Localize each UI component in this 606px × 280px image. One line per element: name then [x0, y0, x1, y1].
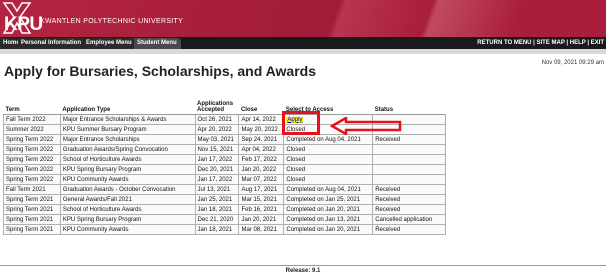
- cell-accepted: Jan 18, 2021: [194, 204, 240, 215]
- cell-status: Cancelled application: [372, 214, 446, 225]
- cell-type: KPU Summer Bursary Program: [59, 124, 196, 135]
- tab-student-menu[interactable]: Student Menu: [134, 38, 181, 49]
- cell-status: Received: [372, 224, 446, 235]
- cell-close: Mar 07, 2022: [238, 174, 285, 185]
- cell-close: Aug 17, 2021: [238, 184, 285, 195]
- cell-term: Spring Term 2021: [3, 194, 61, 205]
- cell-close: Feb 17, 2022: [238, 154, 285, 165]
- cell-accepted: Jul 13, 2021: [194, 184, 240, 195]
- cell-type: School of Horticulture Awards: [59, 154, 196, 165]
- cell-accepted: Oct 26, 2021: [194, 114, 240, 125]
- cell-status: Received: [372, 184, 446, 195]
- release-label: Release: 9.1: [285, 268, 321, 274]
- cell-term: Spring Term 2021: [3, 204, 61, 215]
- header-application-type: Application Type: [60, 100, 196, 115]
- table-row: Spring Term 2022 Major Entrance Scholarsh…: [3, 134, 446, 145]
- cell-type: KPU Community Awards: [59, 224, 196, 235]
- cell-type: School of Horticulture Awards: [59, 204, 196, 215]
- cell-status: [372, 174, 446, 185]
- header-banner: KPU KWANTLEN POLYTECHNIC UNIVERSITY: [0, 0, 606, 37]
- cell-term: Spring Term 2022: [3, 154, 61, 165]
- table-row: Spring Term 2021 School of Horticulture A…: [3, 204, 446, 215]
- table-row: Spring Term 2021 KPU Community Awards Jan …: [3, 224, 446, 235]
- table-row: Spring Term 2022 KPU Spring Bursary Progr…: [3, 164, 446, 175]
- cell-status: Received: [372, 194, 446, 205]
- cell-status: Received: [372, 204, 446, 215]
- cell-type: KPU Community Awards: [59, 174, 196, 185]
- table-row: Spring Term 2022 Graduation Awards/Spring…: [3, 144, 446, 155]
- header-term: Term: [3, 100, 61, 115]
- cell-accepted: Apr 20, 2022: [194, 124, 240, 135]
- header-status: Status: [372, 100, 446, 115]
- table-row: Fall Term 2021 Graduation Awards - Octobe…: [3, 184, 446, 195]
- cell-term: Fall Term 2022: [3, 114, 61, 125]
- cell-term: Spring Term 2022: [3, 164, 61, 175]
- cell-accepted: Jan 18, 2021: [194, 224, 240, 235]
- cell-select: Completed on Jan 13, 2021: [283, 214, 374, 225]
- cell-type: Major Entrance Scholarships & Awards: [59, 114, 196, 125]
- cell-close: Mar 08, 2021: [238, 224, 285, 235]
- cell-term: Spring Term 2022: [3, 134, 61, 145]
- cell-type: KPU Spring Bursary Program: [59, 164, 196, 175]
- table-row: Spring Term 2021 KPU Spring Bursary Progr…: [3, 214, 446, 225]
- annotation-highlight-box: [282, 111, 320, 135]
- annotation-arrow-icon: [330, 117, 402, 135]
- top-links[interactable]: RETURN TO MENU | SITE MAP | HELP | EXIT: [477, 40, 604, 46]
- cell-select: Closed: [283, 164, 374, 175]
- cell-type: Graduation Awards - October Convocation: [59, 184, 196, 195]
- header-accepted: Applications Accepted: [195, 100, 239, 115]
- cell-accepted: Jan 17, 2022: [194, 174, 240, 185]
- cell-term: Fall Term 2021: [3, 184, 61, 195]
- cell-close: Jan 20, 2022: [238, 164, 285, 175]
- table-header-row: Term Application Type Applications Accep…: [3, 100, 446, 115]
- cell-close: Apr 04, 2022: [238, 144, 285, 155]
- cell-accepted: Dec 20, 2021: [194, 164, 240, 175]
- current-datetime: Nov 09, 2021 09:29 am: [541, 60, 604, 66]
- main-nav: Home Personal Information Employee Menu …: [0, 37, 606, 49]
- cell-type: General Awards/Fall 2021: [59, 194, 196, 205]
- cell-select: Closed: [283, 144, 374, 155]
- table-row: Spring Term 2021 General Awards/Fall 2021…: [3, 194, 446, 205]
- cell-select: Completed on Aug 04, 2021: [283, 134, 374, 145]
- cell-accepted: May 03, 2021: [194, 134, 240, 145]
- cell-select: Completed on Jan 20, 2021: [283, 224, 374, 235]
- nav-subbar: [0, 49, 606, 54]
- page-title: Apply for Bursaries, Scholarships, and A…: [4, 63, 316, 79]
- cell-accepted: Jan 25, 2021: [194, 194, 240, 205]
- cell-close: Mar 15, 2021: [238, 194, 285, 205]
- cell-accepted: Jan 17, 2022: [194, 154, 240, 165]
- cell-term: Spring Term 2022: [3, 174, 61, 185]
- university-name: KWANTLEN POLYTECHNIC UNIVERSITY: [40, 18, 184, 25]
- cell-accepted: Dec 21, 2020: [194, 214, 240, 225]
- cell-select: Completed on Jan 25, 2021: [283, 194, 374, 205]
- cell-status: Received: [372, 134, 446, 145]
- cell-close: Apr 14, 2022: [238, 114, 285, 125]
- tab-personal-information[interactable]: Personal Information: [18, 38, 86, 49]
- logo-text: KPU: [4, 14, 43, 35]
- cell-status: [372, 164, 446, 175]
- table-row: Spring Term 2022 KPU Community Awards Jan …: [3, 174, 446, 185]
- cell-select: Completed on Aug 04, 2021: [283, 184, 374, 195]
- cell-term: Summer 2022: [3, 124, 61, 135]
- cell-type: Graduation Awards/Spring Convocation: [59, 144, 196, 155]
- cell-term: Spring Term 2021: [3, 214, 61, 225]
- cell-term: Spring Term 2022: [3, 144, 61, 155]
- cell-type: KPU Spring Bursary Program: [59, 214, 196, 225]
- cell-type: Major Entrance Scholarships: [59, 134, 196, 145]
- cell-term: Spring Term 2021: [3, 224, 61, 235]
- cell-close: Jan 20, 2021: [238, 214, 285, 225]
- header-close: Close: [238, 100, 284, 115]
- cell-accepted: Nov 15, 2021: [194, 144, 240, 155]
- footer-divider: [0, 265, 606, 266]
- cell-status: [372, 144, 446, 155]
- table-row: Spring Term 2022 School of Horticulture A…: [3, 154, 446, 165]
- cell-close: May 20, 2022: [238, 124, 285, 135]
- cell-close: Sep 24, 2021: [238, 134, 285, 145]
- cell-select: Completed on Jan 20, 2021: [283, 204, 374, 215]
- cell-select: Closed: [283, 174, 374, 185]
- tab-employee-menu[interactable]: Employee Menu: [83, 38, 136, 49]
- cell-status: [372, 154, 446, 165]
- cell-close: Feb 16, 2021: [238, 204, 285, 215]
- cell-select: Closed: [283, 154, 374, 165]
